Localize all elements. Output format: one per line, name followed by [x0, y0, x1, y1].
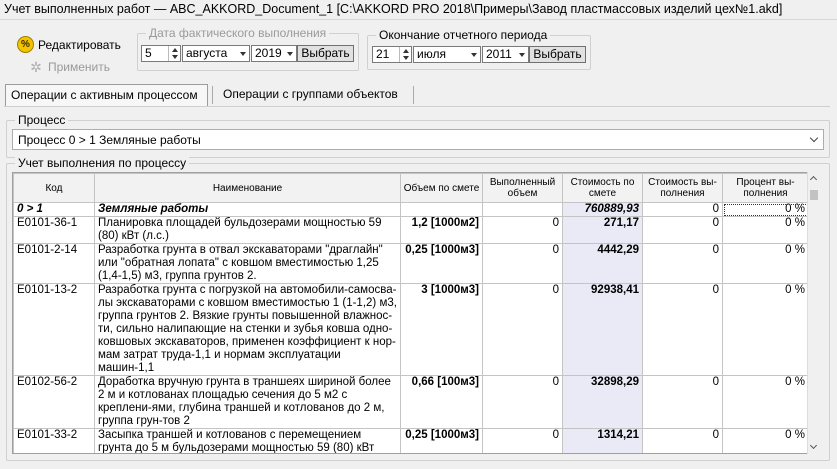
row-volume[interactable]: 0,66 [100м3] [400, 375, 483, 429]
column-header-cost-done[interactable]: Стоимость вы-полнения [642, 173, 723, 203]
column-header-volume[interactable]: Объем по смете [400, 173, 483, 203]
process-legend: Процесс [15, 113, 69, 127]
row-code[interactable]: Е0101-2-14 [13, 243, 95, 284]
row-volume[interactable]: 0,25 [1000м3] [400, 428, 483, 453]
process-selected-value: Процесс 0 > 1 Земляные работы [18, 133, 201, 147]
tab-divider [413, 86, 414, 104]
spin-arrows-icon[interactable] [399, 47, 411, 62]
row-code[interactable]: Е0101-13-2 [13, 283, 95, 376]
row-cost-done[interactable]: 0 [642, 243, 723, 284]
row-cost-done[interactable]: 0 [642, 202, 723, 217]
row-done-volume[interactable]: 0 [482, 243, 563, 284]
row-cost-done[interactable]: 0 [642, 283, 723, 376]
row-code[interactable]: Е0101-33-2 [13, 428, 95, 453]
row-name[interactable]: Земляные работы [94, 202, 401, 217]
window-title: Учет выполненных работ — ABC_AKKORD_Docu… [4, 2, 783, 16]
row-done-volume[interactable]: 0 [482, 283, 563, 376]
execution-table: Код Наименование Объем по смете Выполнен… [12, 172, 820, 454]
vertical-scrollbar[interactable] [807, 172, 820, 454]
process-select[interactable]: Процесс 0 > 1 Земляные работы [12, 129, 824, 150]
apply-button-label: Применить [48, 60, 111, 74]
actual-day-value: 5 [145, 46, 152, 60]
row-cost[interactable]: 4442,29 [562, 243, 643, 284]
column-header-name[interactable]: Наименование [94, 173, 401, 203]
tab-underline [4, 106, 830, 107]
row-volume[interactable] [400, 202, 483, 217]
table-row[interactable]: Е0101-33-2 Засыпка траншей и котлованов … [13, 428, 809, 453]
period-month-select[interactable]: июля [413, 46, 481, 63]
row-done-volume[interactable]: 0 [482, 216, 563, 244]
tab-object-groups[interactable]: Операции с группами объектов [218, 84, 408, 106]
period-select-button[interactable]: Выбрать [529, 46, 586, 63]
row-cost[interactable]: 271,17 [562, 216, 643, 244]
row-percent[interactable]: 0 % [722, 216, 809, 244]
row-percent[interactable]: 0 % [722, 202, 809, 217]
actual-date-legend: Дата фактического выполнения [146, 26, 330, 40]
row-cost-done[interactable]: 0 [642, 375, 723, 429]
actual-month-value: августа [186, 46, 228, 60]
row-done-volume[interactable]: 0 [482, 375, 563, 429]
edit-icon: % [17, 36, 34, 53]
row-name[interactable]: Засыпка траншей и котлованов с перемещен… [94, 428, 401, 453]
scrollbar-thumb[interactable] [810, 190, 818, 200]
table-row[interactable]: Е0102-56-2 Доработка вручную грунта в тр… [13, 375, 809, 429]
actual-day-spinner[interactable]: 5 [141, 45, 181, 62]
spin-arrows-icon[interactable] [168, 46, 180, 61]
edit-button-label: Редактировать [38, 37, 121, 52]
row-percent[interactable]: 0 % [722, 375, 809, 429]
period-year-value: 2011 [486, 47, 512, 61]
row-volume[interactable]: 3 [1000м3] [400, 283, 483, 376]
title-bar: Учет выполненных работ — ABC_AKKORD_Docu… [0, 0, 837, 20]
row-code[interactable]: Е0102-56-2 [13, 375, 95, 429]
period-month-value: июля [417, 47, 446, 61]
row-code[interactable]: Е0101-36-1 [13, 216, 95, 244]
column-header-cost[interactable]: Стоимость по смете [562, 173, 643, 203]
chevron-down-icon [809, 133, 819, 143]
row-done-volume[interactable] [482, 202, 563, 217]
actual-year-value: 2019 [255, 46, 282, 60]
column-header-code[interactable]: Код [13, 173, 95, 203]
apply-button[interactable]: ✲ Применить [28, 59, 110, 75]
row-volume[interactable]: 1,2 [1000м2] [400, 216, 483, 244]
period-year-select[interactable]: 2011 [482, 46, 529, 63]
actual-date-select-button[interactable]: Выбрать [297, 45, 354, 62]
table-row[interactable]: Е0101-36-1 Планировка площадей бульдозер… [13, 216, 809, 244]
column-header-percent[interactable]: Процент вы-полнения [722, 173, 809, 203]
table-row[interactable]: Е0101-2-14 Разработка грунта в отвал экс… [13, 243, 809, 284]
row-cost[interactable]: 760889,93 [562, 202, 643, 217]
row-name[interactable]: Разработка грунта в отвал экскаваторами … [94, 243, 401, 284]
row-cost[interactable]: 1314,21 [562, 428, 643, 453]
apply-icon: ✲ [30, 59, 42, 75]
period-end-legend: Окончание отчетного периода [376, 28, 551, 42]
row-percent[interactable]: 0 % [722, 283, 809, 376]
row-volume[interactable]: 0,25 [1000м3] [400, 243, 483, 284]
row-cost-done[interactable]: 0 [642, 216, 723, 244]
table-row[interactable]: Е0101-13-2 Разработка грунта с погрузкой… [13, 283, 809, 376]
scroll-up-icon[interactable] [809, 175, 818, 184]
row-done-volume[interactable]: 0 [482, 428, 563, 453]
row-percent[interactable]: 0 % [722, 243, 809, 284]
tab-divider [212, 86, 213, 104]
row-name[interactable]: Планировка площадей бульдозерами мощност… [94, 216, 401, 244]
table-row-group[interactable]: 0 > 1 Земляные работы 760889,93 0 0 % [13, 202, 809, 217]
period-day-value: 21 [376, 47, 390, 61]
column-header-done-volume[interactable]: Выполненный объем [482, 173, 563, 203]
row-name[interactable]: Доработка вручную грунта в траншеях шири… [94, 375, 401, 429]
tab-active-process[interactable]: Операции с активным процессом [5, 84, 208, 106]
row-percent[interactable]: 0 % [722, 428, 809, 453]
row-cost[interactable]: 92938,41 [562, 283, 643, 376]
actual-month-select[interactable]: августа [182, 45, 250, 62]
period-day-spinner[interactable]: 21 [372, 46, 412, 63]
edit-button[interactable]: % Редактировать [17, 36, 121, 53]
scroll-down-icon[interactable] [809, 441, 818, 450]
table-header-row: Код Наименование Объем по смете Выполнен… [13, 173, 809, 203]
row-cost-done[interactable]: 0 [642, 428, 723, 453]
actual-year-select[interactable]: 2019 [251, 45, 297, 62]
execution-legend: Учет выполнения по процессу [15, 156, 190, 170]
row-name[interactable]: Разработка грунта с погрузкой на автомоб… [94, 283, 401, 376]
row-cost[interactable]: 32898,29 [562, 375, 643, 429]
row-code[interactable]: 0 > 1 [13, 202, 95, 217]
